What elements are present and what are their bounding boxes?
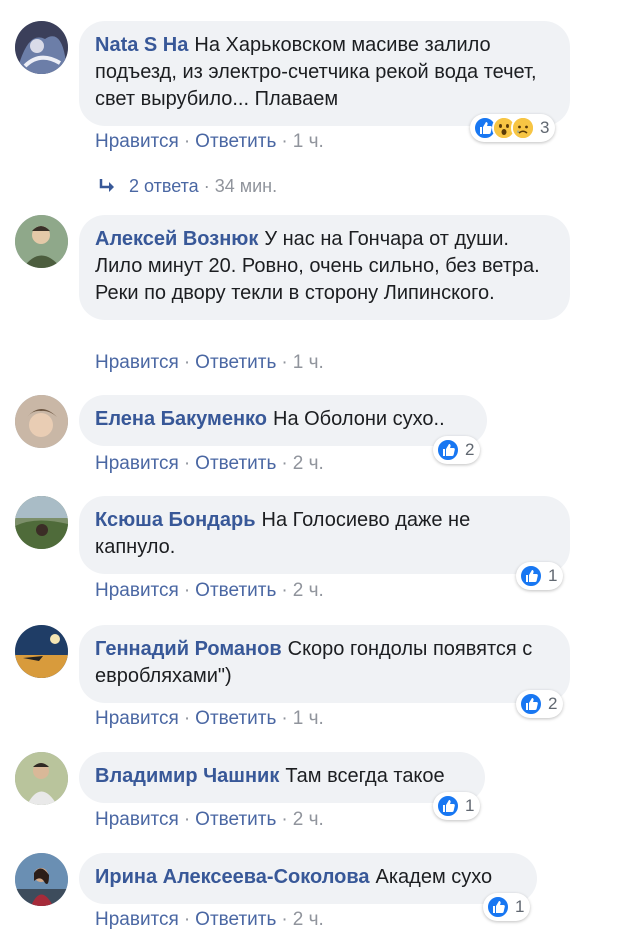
separator: · [183, 131, 191, 152]
comment-author[interactable]: Алексей Вознюк [95, 228, 258, 250]
timestamp[interactable]: 1 ч. [293, 708, 324, 729]
separator: · [281, 131, 288, 152]
reply-link[interactable]: Ответить [195, 352, 276, 373]
like-icon [436, 438, 460, 462]
separator: · [281, 909, 288, 930]
comment-actions: Нравится · Ответить · 2 ч. [95, 809, 324, 831]
comment-bubble: Елена Бакуменко На Оболони сухо.. [79, 395, 487, 446]
like-icon [519, 564, 543, 588]
comment-actions: Нравится · Ответить · 2 ч. [95, 909, 324, 931]
comment-bubble: Геннадий Романов Скоро гондолы появятся с… [79, 625, 570, 703]
reply-link[interactable]: Ответить [195, 453, 276, 474]
reaction-count: 2 [465, 440, 475, 459]
like-link[interactable]: Нравится [95, 580, 179, 601]
comment-actions: Нравится · Ответить · 2 ч. [95, 580, 324, 602]
reaction-count: 1 [548, 566, 558, 585]
separator: · [183, 453, 191, 474]
replies-count[interactable]: 2 ответа [129, 176, 199, 197]
replies-time: 34 мин. [214, 176, 278, 196]
timestamp[interactable]: 1 ч. [293, 352, 324, 373]
comment-text: Академ сухо [375, 866, 493, 888]
comment-text: На Оболони сухо.. [273, 408, 445, 430]
reactions-summary[interactable]: 2 [516, 690, 564, 718]
avatar[interactable] [15, 496, 68, 549]
comment-author[interactable]: Елена Бакуменко [95, 408, 267, 430]
comment-author[interactable]: Геннадий Романов [95, 638, 282, 660]
timestamp[interactable]: 1 ч. [293, 131, 324, 152]
separator: · [281, 580, 288, 601]
reply-link[interactable]: Ответить [195, 580, 276, 601]
separator: · [281, 809, 288, 830]
timestamp[interactable]: 2 ч. [293, 809, 324, 830]
like-link[interactable]: Нравится [95, 809, 179, 830]
avatar[interactable] [15, 215, 68, 268]
view-replies[interactable]: 2 ответа · 34 мин. [97, 176, 277, 197]
timestamp[interactable]: 2 ч. [293, 453, 324, 474]
reply-arrow-icon [99, 178, 114, 192]
reactions-summary[interactable]: 1 [483, 893, 531, 921]
like-link[interactable]: Нравится [95, 352, 179, 373]
separator: · [183, 909, 191, 930]
timestamp[interactable]: 2 ч. [293, 580, 324, 601]
comment-author[interactable]: Владимир Чашник [95, 765, 279, 787]
reply-link[interactable]: Ответить [195, 708, 276, 729]
comment-author[interactable]: Ксюша Бондарь [95, 509, 256, 531]
comment-bubble: Алексей Вознюк У нас на Гончара от души. … [79, 215, 570, 320]
avatar[interactable] [15, 853, 68, 906]
separator: · [183, 809, 191, 830]
separator: · [281, 352, 288, 373]
like-icon [519, 692, 543, 716]
reactions-summary[interactable]: 2 [433, 436, 481, 464]
reply-link[interactable]: Ответить [195, 809, 276, 830]
reactions-summary[interactable]: 3 [470, 114, 556, 142]
like-icon [486, 895, 510, 919]
reaction-count: 1 [465, 796, 475, 815]
comment-bubble: Ксюша Бондарь На Голосиево даже не капнул… [79, 496, 570, 574]
timestamp[interactable]: 2 ч. [293, 909, 324, 930]
reaction-count: 1 [515, 897, 525, 916]
separator: · [281, 708, 288, 729]
reaction-count: 3 [540, 118, 550, 137]
like-link[interactable]: Нравится [95, 453, 179, 474]
comment-author[interactable]: Ирина Алексеева-Соколова [95, 866, 370, 888]
reactions-summary[interactable]: 1 [516, 562, 564, 590]
separator: · [183, 352, 191, 373]
avatar[interactable] [15, 21, 68, 74]
separator: · [183, 580, 191, 601]
comment-bubble: Ирина Алексеева-Соколова Академ сухо [79, 853, 537, 904]
comment-author[interactable]: Nata S Ha [95, 34, 188, 56]
like-link[interactable]: Нравится [95, 708, 179, 729]
comment-bubble: Nata S Ha На Харьковском масиве залило по… [79, 21, 570, 126]
comment-actions: Нравится · Ответить · 1 ч. [95, 131, 324, 153]
comment-text: Там всегда такое [285, 765, 445, 787]
reply-link[interactable]: Ответить [195, 131, 276, 152]
like-icon [436, 794, 460, 818]
avatar[interactable] [15, 395, 68, 448]
reply-link[interactable]: Ответить [195, 909, 276, 930]
like-link[interactable]: Нравится [95, 131, 179, 152]
avatar[interactable] [15, 625, 68, 678]
separator: · [183, 708, 191, 729]
sad-icon [511, 116, 535, 140]
reaction-count: 2 [548, 694, 558, 713]
comment-bubble: Владимир Чашник Там всегда такое [79, 752, 485, 803]
comment-actions: Нравится · Ответить · 2 ч. [95, 453, 324, 475]
comment-actions: Нравится · Ответить · 1 ч. [95, 352, 324, 374]
avatar[interactable] [15, 752, 68, 805]
comment-actions: Нравится · Ответить · 1 ч. [95, 708, 324, 730]
like-link[interactable]: Нравится [95, 909, 179, 930]
reactions-summary[interactable]: 1 [433, 792, 481, 820]
separator: · [281, 453, 288, 474]
separator: · [203, 176, 210, 196]
